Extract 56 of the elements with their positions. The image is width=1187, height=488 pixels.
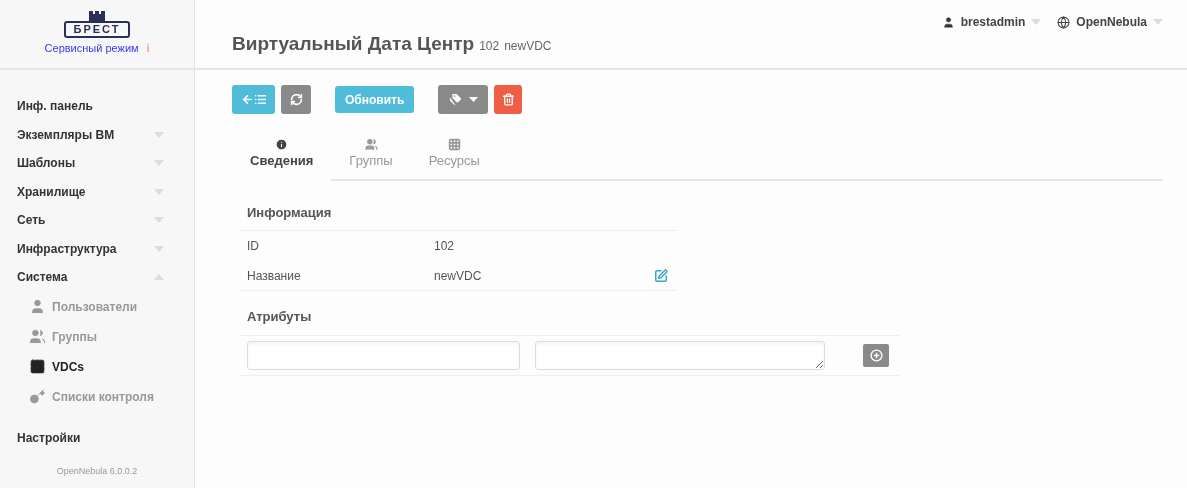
user-menu[interactable]: brestadmin [941,14,1042,30]
refresh-button[interactable] [281,85,311,114]
sidebar-item[interactable]: Система [17,263,164,292]
section-title: Атрибуты [240,307,899,336]
trash-icon [501,93,515,106]
labels-button[interactable] [438,85,489,114]
grid-icon [447,138,461,151]
sidebar-subitem[interactable]: VDCs [17,351,164,382]
menu-icon [29,298,46,315]
menu-icon [29,388,46,405]
caret-icon [154,217,164,224]
vdc-id: 102 [479,38,500,55]
service-mode-link[interactable]: Сервисный режим [44,40,139,57]
caret-icon [154,274,164,281]
vdc-name: newVDC [504,38,552,55]
delete-button[interactable] [494,85,523,114]
edit-icon[interactable] [654,268,668,283]
user-icon [941,15,955,29]
caret-icon [1153,19,1163,25]
globe-icon [1057,15,1071,29]
tab-icon [275,138,289,151]
arrow-left-icon [240,93,254,106]
tab-icon [364,138,378,151]
add-attribute-button[interactable] [863,343,889,367]
back-to-list-button[interactable] [232,85,275,114]
tab[interactable]: Сведения [232,138,332,181]
sidebar-item[interactable]: Инф. панель [17,92,164,121]
property-value: newVDC [434,267,483,285]
sidebar-item[interactable]: Шаблоны [17,149,164,178]
caret-icon [154,245,164,252]
caret-icon [154,160,164,167]
sidebar-item[interactable]: Настройки [17,423,164,452]
caret-icon [154,188,164,195]
sidebar-item[interactable]: Хранилище [17,177,164,206]
section-title: Информация [240,202,676,231]
attribute-value-field[interactable] [535,340,825,370]
menu-icon [29,358,46,375]
version-label: OpenNebula 6.0.0.2 [56,464,138,478]
property-label: Название [247,267,302,285]
caret-icon [154,131,164,138]
sidebar-item[interactable]: Инфраструктура [17,234,164,263]
sidebar-item[interactable]: Экземпляры ВМ [17,120,164,149]
attribute-name-field[interactable] [247,340,520,370]
zone-menu[interactable]: OpenNebula [1057,14,1163,30]
menu-icon [29,328,46,345]
refresh-icon [289,93,303,106]
page-title: Виртуальный Дата Центр [232,32,475,56]
brand-logo: БРЕСТ [63,11,131,39]
list-icon [253,93,267,106]
plus-circle-icon [869,348,883,362]
property-value: 102 [434,238,456,255]
caret-icon [1031,19,1042,25]
caret-icon [469,97,479,102]
sidebar-item[interactable]: Сеть [17,206,164,235]
tags-icon [448,92,464,107]
property-label: ID [247,238,260,255]
